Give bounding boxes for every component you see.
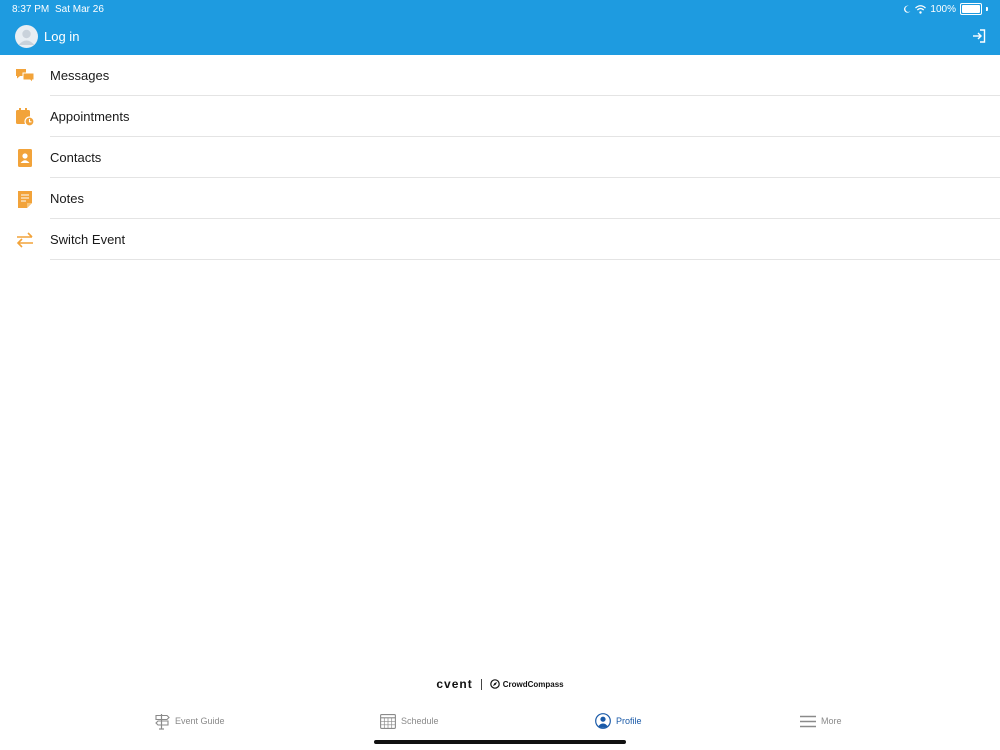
tab-schedule[interactable]: Schedule [380, 711, 439, 731]
menu-label-switch-event: Switch Event [50, 232, 126, 247]
profile-icon [595, 713, 611, 729]
profile-menu: Messages Appointments Contacts Notes Swi… [0, 55, 1000, 260]
tab-label-profile: Profile [616, 716, 642, 726]
menu-item-contacts[interactable]: Contacts [0, 137, 1000, 178]
chat-bubbles-icon [16, 69, 35, 84]
tab-label-schedule: Schedule [401, 716, 439, 726]
battery-percent: 100% [930, 3, 956, 15]
menu-label-contacts: Contacts [50, 150, 102, 165]
status-date: Sat Mar 26 [55, 4, 104, 15]
tab-more[interactable]: More [800, 711, 842, 731]
battery-icon [960, 3, 982, 15]
wifi-icon [915, 4, 927, 14]
brand-separator [480, 678, 482, 690]
home-indicator[interactable] [374, 740, 626, 744]
hamburger-icon [800, 715, 816, 727]
tab-label-more: More [821, 716, 842, 726]
compass-icon [489, 679, 500, 689]
brand-footer: cvent CrowdCompass [0, 677, 1000, 691]
menu-item-notes[interactable]: Notes [0, 178, 1000, 219]
tab-bar: Event Guide Schedule Profile More [0, 705, 1000, 737]
moon-icon [904, 5, 911, 13]
crowdcompass-logo: CrowdCompass [489, 679, 564, 689]
calendar-grid-icon [380, 714, 396, 729]
status-bar: 8:37 PM Sat Mar 26 100% [0, 0, 1000, 18]
menu-item-switch-event[interactable]: Switch Event [0, 219, 1000, 260]
notepad-icon [18, 191, 32, 208]
divider [50, 259, 1000, 260]
tab-label-event-guide: Event Guide [175, 716, 225, 726]
tab-event-guide[interactable]: Event Guide [155, 711, 225, 731]
menu-item-messages[interactable]: Messages [0, 55, 1000, 96]
cvent-logo: cvent [436, 677, 473, 691]
crowdcompass-label: CrowdCompass [502, 679, 564, 689]
user-avatar[interactable] [15, 25, 38, 48]
menu-label-messages: Messages [50, 68, 110, 83]
menu-label-notes: Notes [50, 191, 84, 206]
app-header: 8:37 PM Sat Mar 26 100% Log in [0, 0, 1000, 55]
login-label[interactable]: Log in [44, 29, 79, 44]
battery-tip [986, 7, 988, 11]
status-right: 100% [904, 3, 988, 15]
sign-in-icon[interactable] [972, 29, 986, 43]
status-time: 8:37 PM [12, 4, 50, 15]
contact-book-icon [18, 149, 32, 167]
calendar-clock-icon [16, 108, 35, 127]
login-button[interactable]: Log in [15, 25, 79, 48]
menu-item-appointments[interactable]: Appointments [0, 96, 1000, 137]
swap-arrows-icon [16, 232, 33, 248]
menu-label-appointments: Appointments [50, 109, 130, 124]
tab-profile[interactable]: Profile [595, 711, 642, 731]
signpost-icon [155, 713, 170, 730]
